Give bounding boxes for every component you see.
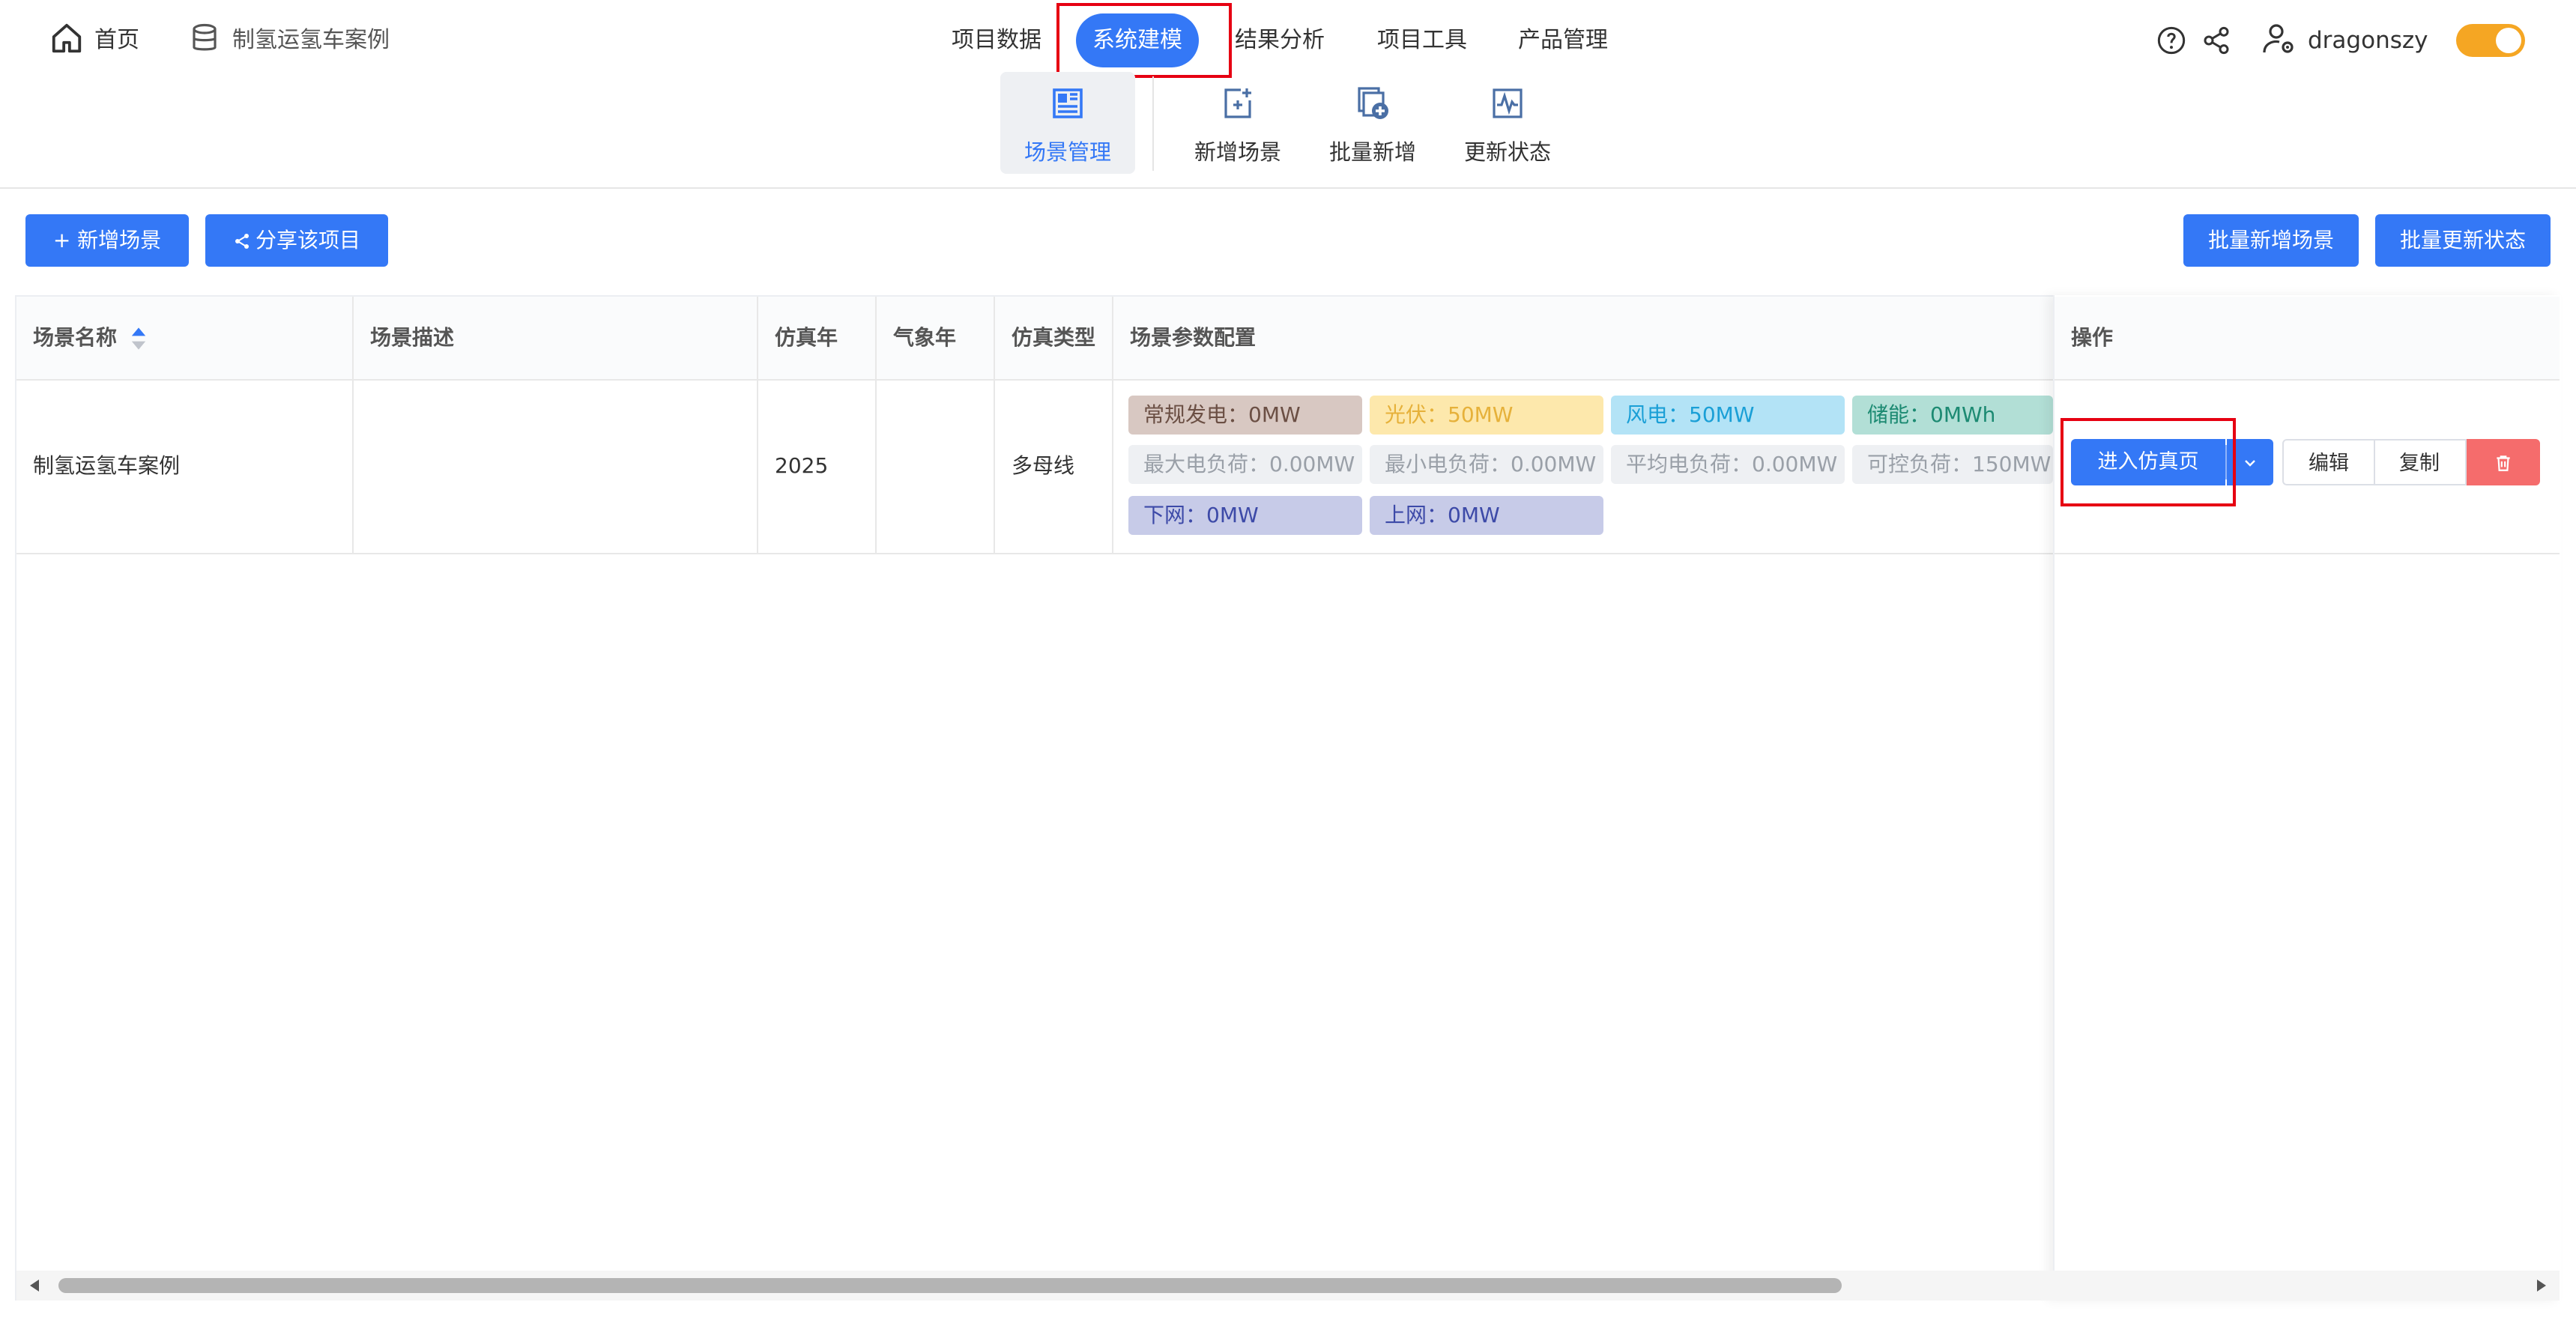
- home-link[interactable]: 首页: [94, 25, 139, 55]
- cell-sim-year: 2025: [775, 453, 829, 478]
- header-weather-year: 气象年: [893, 325, 957, 350]
- tag-wind: 风电：50MW: [1611, 396, 1845, 435]
- subnav-label: 场景管理: [1024, 139, 1111, 165]
- column-divider: [994, 297, 995, 553]
- subnav-scene-management[interactable]: 场景管理: [1000, 72, 1135, 174]
- menu-product-management[interactable]: 产品管理: [1518, 25, 1608, 55]
- activity-icon: [1493, 88, 1523, 118]
- delete-button[interactable]: [2467, 439, 2540, 485]
- home-icon[interactable]: [49, 21, 84, 55]
- column-divider: [757, 297, 758, 553]
- subnav-label: 新增场景: [1194, 139, 1281, 165]
- share-project-label: 分享该项目: [255, 228, 360, 252]
- subnav-batch-add[interactable]: 批量新增: [1305, 72, 1440, 174]
- column-divider: [875, 297, 877, 553]
- batch-add-scene-button[interactable]: 批量新增场景: [2183, 214, 2359, 267]
- tag-grid-import: 下网：0MW: [1128, 496, 1362, 535]
- subnav-label: 更新状态: [1463, 139, 1551, 165]
- tag-grid-export: 上网：0MW: [1370, 496, 1603, 535]
- share-project-button[interactable]: 分享该项目: [205, 214, 388, 267]
- header-sim-year: 仿真年: [775, 325, 838, 350]
- help-icon[interactable]: [2156, 25, 2186, 55]
- scrollbar-thumb[interactable]: [58, 1278, 1842, 1293]
- row-divider: [2055, 553, 2560, 554]
- subnav-divider: [1152, 76, 1154, 171]
- copy-button[interactable]: 复制: [2374, 439, 2467, 485]
- highlight-box-menu: [1056, 3, 1232, 78]
- highlight-box-enter: [2061, 418, 2236, 506]
- username[interactable]: dragonszy: [2308, 25, 2428, 55]
- sort-icon[interactable]: [130, 326, 147, 351]
- tag-pv: 光伏：50MW: [1370, 396, 1603, 435]
- menu-project-data[interactable]: 项目数据: [952, 25, 1041, 55]
- batch-update-status-button[interactable]: 批量更新状态: [2375, 214, 2551, 267]
- row-divider: [2055, 379, 2560, 381]
- menu-project-tools[interactable]: 项目工具: [1377, 25, 1467, 55]
- toggle-knob: [2496, 28, 2521, 53]
- theme-toggle[interactable]: [2456, 24, 2525, 57]
- subnav-label: 批量新增: [1328, 139, 1416, 165]
- batch-add-icon: [1358, 87, 1388, 119]
- header-actions: 操作: [2071, 325, 2114, 350]
- horizontal-scrollbar[interactable]: [16, 1271, 2560, 1301]
- tag-max-load: 最大电负荷：0.00MW: [1128, 445, 1362, 484]
- tag-controllable-load: 可控负荷：150MW: [1852, 445, 2053, 484]
- project-name-link[interactable]: 制氢运氢车案例: [232, 25, 390, 55]
- trash-icon: [2497, 455, 2510, 471]
- tag-conventional-gen: 常规发电：0MW: [1128, 396, 1362, 435]
- column-divider: [352, 297, 354, 553]
- scroll-left-icon[interactable]: [27, 1278, 42, 1293]
- chevron-down-icon: [2245, 459, 2255, 467]
- subnav-add-scene[interactable]: 新增场景: [1170, 72, 1305, 174]
- dashboard-icon: [1053, 88, 1083, 118]
- add-scene-button[interactable]: + 新增场景: [25, 214, 189, 267]
- scroll-right-icon[interactable]: [2534, 1278, 2549, 1293]
- column-divider: [1112, 297, 1113, 553]
- tag-min-load: 最小电负荷：0.00MW: [1370, 445, 1603, 484]
- cell-sim-type: 多母线: [1012, 453, 1075, 478]
- share-icon[interactable]: [2201, 25, 2231, 55]
- header-scene-name-label: 场景名称: [33, 325, 118, 350]
- database-icon: [193, 23, 217, 51]
- tag-storage: 储能：0MWh: [1852, 396, 2053, 435]
- menu-result-analysis[interactable]: 结果分析: [1235, 25, 1325, 55]
- add-scene-icon: [1224, 88, 1251, 118]
- header-scene-description: 场景描述: [370, 325, 455, 350]
- cell-scene-name: 制氢运氢车案例: [33, 453, 181, 478]
- header-sim-type: 仿真类型: [1012, 325, 1096, 350]
- header-scene-name[interactable]: 场景名称: [33, 297, 147, 379]
- subnav-update-status[interactable]: 更新状态: [1440, 72, 1575, 174]
- tag-avg-load: 平均电负荷：0.00MW: [1611, 445, 1845, 484]
- share-icon: [235, 234, 249, 249]
- edit-button[interactable]: 编辑: [2282, 439, 2375, 485]
- user-settings-icon[interactable]: [2261, 21, 2297, 57]
- header-divider: [0, 187, 2576, 189]
- header-scene-params: 场景参数配置: [1130, 325, 1257, 350]
- actions-header-bg: [2055, 297, 2560, 379]
